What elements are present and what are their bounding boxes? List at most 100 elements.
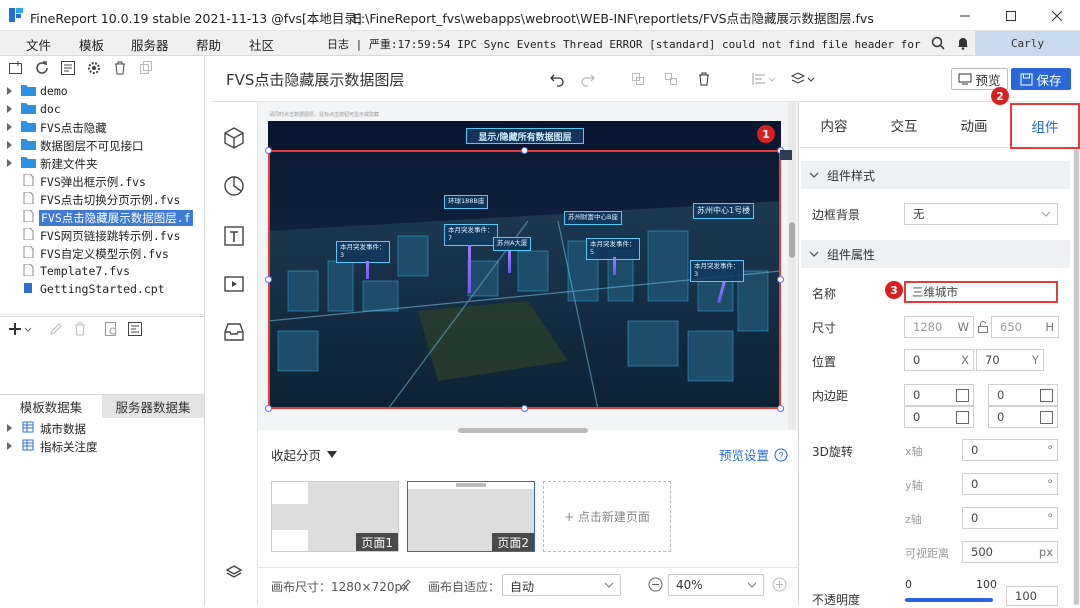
tab-server-dataset[interactable]: 服务器数据集 xyxy=(102,395,204,418)
menu-template[interactable]: 模板 xyxy=(79,35,104,54)
tree-file[interactable]: FVS点击切换分页示例.fvs xyxy=(0,190,204,208)
toggle-layers-button[interactable]: 显示/隐藏所有数据图层 xyxy=(466,128,584,144)
tab-content[interactable]: 内容 xyxy=(799,102,869,148)
name-input[interactable]: 三维城市 xyxy=(904,281,1058,303)
tree-file[interactable]: FVS自定义模型示例.fvs xyxy=(0,244,204,262)
tab-animation[interactable]: 动画 xyxy=(939,102,1009,148)
tree-file[interactable]: FVS点击隐藏展示数据图层.f xyxy=(0,208,204,226)
dataset-item[interactable]: 城市数据 xyxy=(0,419,204,437)
zoom-select[interactable]: 40% xyxy=(668,574,764,596)
height-input[interactable]: 650 H xyxy=(991,316,1059,338)
padding-top-input[interactable]: 0 xyxy=(904,384,974,406)
horizontal-scrollbar[interactable] xyxy=(258,428,788,434)
dataset-item[interactable]: 指标关注度 xyxy=(0,437,204,455)
width-input[interactable]: 1280 W xyxy=(904,316,974,338)
log-message[interactable]: 日志 | 严重:17:59:54 IPC Sync Events Thread … xyxy=(327,36,924,52)
expand-arrow-icon[interactable] xyxy=(7,123,12,131)
refresh-icon[interactable] xyxy=(34,60,50,76)
menu-server[interactable]: 服务器 xyxy=(131,35,169,54)
lock-ratio-icon[interactable] xyxy=(977,320,989,334)
tree-file[interactable]: FVS网页链接跳转示例.fvs xyxy=(0,226,204,244)
save-button[interactable]: 保存 xyxy=(1011,68,1071,90)
bell-icon[interactable] xyxy=(956,36,970,50)
new-page-button[interactable]: + 点击新建页面 xyxy=(543,481,671,552)
expand-arrow-icon[interactable] xyxy=(7,105,12,113)
selected-component-frame[interactable] xyxy=(268,150,781,409)
x-input[interactable]: 0X xyxy=(904,349,974,371)
opacity-slider[interactable] xyxy=(905,598,993,602)
collapse-pages-button[interactable]: 收起分页 xyxy=(271,445,338,464)
adapt-select[interactable]: 自动 xyxy=(502,574,621,596)
border-bg-select[interactable]: 无 xyxy=(904,203,1058,225)
expand-arrow-icon[interactable] xyxy=(7,87,12,95)
tree-file[interactable]: FVS弹出框示例.fvs xyxy=(0,172,204,190)
resize-handle[interactable] xyxy=(777,405,784,412)
tree-folder[interactable]: FVS点击隐藏 xyxy=(0,118,204,136)
zoom-in-icon[interactable] xyxy=(772,577,787,592)
search-icon[interactable] xyxy=(931,36,945,50)
menu-file[interactable]: 文件 xyxy=(26,35,51,54)
tab-interaction[interactable]: 交互 xyxy=(869,102,939,148)
panel-scrollbar[interactable] xyxy=(1073,149,1080,605)
expand-arrow-icon[interactable] xyxy=(7,159,12,167)
view-distance-input[interactable]: 500 px xyxy=(962,541,1058,563)
opacity-input[interactable]: 100 xyxy=(1006,586,1058,606)
tree-file[interactable]: GettingStarted.cpt xyxy=(0,280,204,298)
menu-community[interactable]: 社区 xyxy=(249,35,274,54)
resize-handle[interactable] xyxy=(521,147,528,154)
add-dataset-icon[interactable] xyxy=(8,321,32,337)
settings-icon[interactable] xyxy=(86,60,102,76)
tab-template-dataset[interactable]: 模板数据集 xyxy=(0,395,102,418)
align-icon[interactable] xyxy=(751,71,777,87)
dataset-settings-icon[interactable] xyxy=(127,321,143,337)
close-window-button[interactable] xyxy=(1034,0,1080,31)
tab-component[interactable]: 组件 xyxy=(1010,103,1080,149)
user-account[interactable]: Carly xyxy=(975,31,1080,56)
model-cube-icon[interactable] xyxy=(222,126,246,150)
resize-handle[interactable] xyxy=(521,405,528,412)
minimize-button[interactable] xyxy=(942,0,988,31)
delete-component-icon[interactable] xyxy=(696,71,712,87)
preview-dataset-icon[interactable] xyxy=(103,321,119,337)
resize-handle[interactable] xyxy=(265,147,272,154)
preview-settings-link[interactable]: 预览设置? xyxy=(719,445,788,464)
zoom-out-icon[interactable] xyxy=(648,577,663,592)
undo-icon[interactable] xyxy=(549,71,565,87)
tree-folder[interactable]: demo xyxy=(0,82,204,100)
resize-handle[interactable] xyxy=(265,276,272,283)
resize-handle[interactable] xyxy=(265,405,272,412)
tree-folder[interactable]: doc xyxy=(0,100,204,118)
page-thumbnail-1[interactable]: 页面1 xyxy=(271,481,399,552)
delete-dataset-icon[interactable] xyxy=(72,321,88,337)
template-icon[interactable] xyxy=(60,60,76,76)
group-icon[interactable] xyxy=(630,71,646,87)
rotate-z-input[interactable]: 0 ° xyxy=(962,507,1058,529)
padding-right-input[interactable]: 0 xyxy=(988,406,1058,428)
delete-icon[interactable] xyxy=(112,60,128,76)
padding-bottom-input[interactable]: 0 xyxy=(988,384,1058,406)
copy-icon[interactable] xyxy=(138,60,154,76)
padding-left-input[interactable]: 0 xyxy=(904,406,974,428)
rotate-x-input[interactable]: 0 ° xyxy=(962,439,1058,461)
resize-handle[interactable] xyxy=(777,276,784,283)
maximize-button[interactable] xyxy=(988,0,1034,31)
expand-arrow-icon[interactable] xyxy=(7,442,12,450)
tree-folder[interactable]: 新建文件夹 xyxy=(0,154,204,172)
media-icon[interactable] xyxy=(222,272,246,296)
tree-folder[interactable]: 数据图层不可见接口 xyxy=(0,136,204,154)
new-folder-icon[interactable] xyxy=(8,60,24,76)
page-thumbnail-2[interactable]: 页面2 xyxy=(407,481,535,552)
edit-size-icon[interactable] xyxy=(399,578,412,591)
section-component-style[interactable]: 组件样式 xyxy=(801,161,1070,189)
expand-arrow-icon[interactable] xyxy=(7,424,12,432)
chart-pie-icon[interactable] xyxy=(222,174,246,198)
rotate-y-input[interactable]: 0 ° xyxy=(962,473,1058,495)
tree-file[interactable]: Template7.fvs xyxy=(0,262,204,280)
layers-icon[interactable] xyxy=(222,560,246,584)
edit-icon[interactable] xyxy=(48,321,64,337)
redo-icon[interactable] xyxy=(580,71,596,87)
widget-icon[interactable] xyxy=(222,320,246,344)
expand-arrow-icon[interactable] xyxy=(7,141,12,149)
menu-help[interactable]: 帮助 xyxy=(196,35,221,54)
ungroup-icon[interactable] xyxy=(663,71,679,87)
